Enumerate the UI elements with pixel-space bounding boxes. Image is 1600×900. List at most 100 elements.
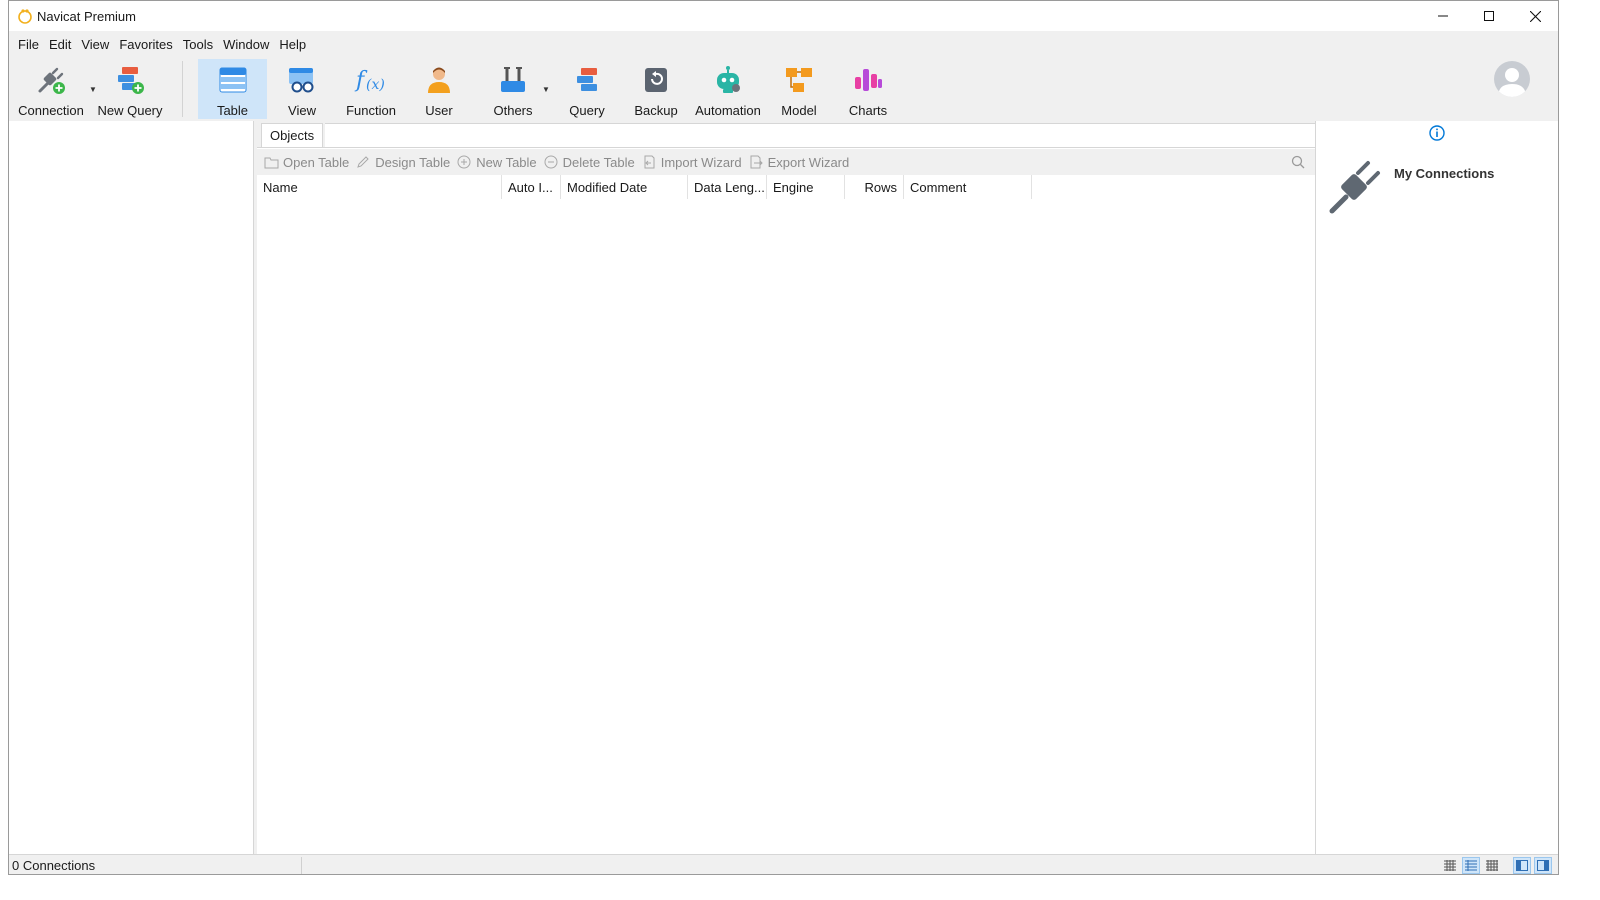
list-view-button[interactable] (1441, 857, 1459, 874)
design-table-button[interactable]: Design Table (355, 154, 450, 170)
svg-text:(x): (x) (366, 77, 385, 93)
connection-tree-panel[interactable] (9, 121, 254, 854)
automation-label: Automation (695, 103, 761, 118)
open-table-label: Open Table (283, 154, 350, 170)
model-label: Model (781, 103, 817, 118)
tab-objects[interactable]: Objects (261, 123, 324, 147)
status-bar: 0 Connections (9, 854, 1558, 874)
column-header-comment[interactable]: Comment (904, 175, 1032, 199)
menu-bar: File Edit View Favorites Tools Window He… (9, 31, 1558, 57)
delete-table-button[interactable]: Delete Table (543, 154, 635, 170)
import-wizard-button[interactable]: Import Wizard (641, 154, 742, 170)
objects-pane: Objects Open Table Design Table New Tabl… (257, 121, 1315, 854)
detail-view-button[interactable] (1462, 857, 1480, 874)
window-title: Navicat Premium (37, 9, 136, 24)
design-table-label: Design Table (375, 154, 451, 170)
connections-count: 0 Connections (12, 858, 96, 873)
new-query-button[interactable]: New Query (95, 59, 165, 119)
menu-edit[interactable]: Edit (44, 34, 76, 55)
toolbar-separator (182, 61, 183, 117)
status-separator (301, 857, 302, 874)
title-bar: Navicat Premium (9, 1, 1558, 31)
charts-button[interactable]: Charts (841, 59, 895, 119)
minus-circle-icon (544, 155, 558, 169)
function-icon: f (x) (354, 68, 385, 93)
new-query-icon (118, 67, 144, 94)
others-dropdown-icon[interactable]: ▼ (542, 85, 550, 94)
table-header: Name Auto I... Modified Date Data Leng..… (257, 175, 1315, 199)
toggle-left-panel-button[interactable] (1513, 857, 1531, 874)
menu-file[interactable]: File (13, 34, 44, 55)
charts-label: Charts (848, 103, 888, 118)
view-button[interactable]: View (272, 59, 332, 119)
close-button[interactable] (1512, 1, 1558, 31)
table-label: Table (216, 103, 249, 118)
open-table-button[interactable]: Open Table (263, 154, 349, 170)
minimize-icon (1438, 15, 1448, 17)
backup-label: Backup (634, 103, 678, 118)
table-button[interactable]: Table (198, 59, 267, 119)
delete-table-label: Delete Table (562, 154, 635, 170)
menu-favorites[interactable]: Favorites (114, 34, 177, 55)
right-panel-icon (1537, 860, 1549, 871)
info-icon[interactable] (1429, 125, 1445, 141)
column-header-rows[interactable]: Rows (845, 175, 904, 199)
backup-button[interactable]: Backup (626, 59, 686, 119)
search-icon[interactable] (1291, 155, 1305, 169)
query-button[interactable]: Query (561, 59, 613, 119)
plus-circle-icon (457, 155, 471, 169)
export-wizard-button[interactable]: Export Wizard (748, 154, 850, 170)
query-label: Query (569, 103, 605, 118)
pencil-icon (357, 156, 369, 168)
column-header-engine[interactable]: Engine (767, 175, 845, 199)
maximize-button[interactable] (1466, 1, 1512, 31)
grid-icon (1486, 860, 1498, 871)
view-icon (289, 68, 314, 93)
table-icon (219, 67, 246, 93)
automation-button[interactable]: Automation (693, 59, 763, 119)
function-label: Function (346, 103, 396, 118)
connection-label: Connection (18, 103, 84, 118)
minimize-button[interactable] (1420, 1, 1466, 31)
grid-list-icon (1444, 860, 1456, 871)
object-toolbar: Open Table Design Table New Table Delete… (257, 149, 1315, 175)
main-toolbar: Connection ▼ New Query Table View f (x) … (9, 57, 1558, 121)
table-body[interactable] (257, 199, 1315, 854)
export-wizard-label: Export Wizard (767, 154, 850, 170)
tab-strip-filler (325, 123, 1315, 147)
others-button[interactable]: Others ▼ (483, 59, 550, 119)
user-avatar-button[interactable] (1494, 61, 1530, 97)
folder-open-icon (264, 157, 278, 168)
model-icon (786, 68, 812, 92)
my-connections-title: My Connections (1394, 166, 1495, 181)
user-button[interactable]: User (413, 59, 465, 119)
connection-button[interactable]: Connection ▼ (15, 59, 97, 119)
my-connections-plug-icon (1329, 161, 1380, 214)
user-label: User (425, 103, 453, 118)
left-panel-icon (1516, 860, 1528, 871)
menu-window[interactable]: Window (218, 34, 274, 55)
menu-tools[interactable]: Tools (178, 34, 218, 55)
new-table-label: New Table (476, 154, 537, 170)
menu-help[interactable]: Help (274, 34, 311, 55)
menu-view[interactable]: View (76, 34, 114, 55)
column-header-data-length[interactable]: Data Leng... (688, 175, 767, 199)
user-icon (428, 67, 450, 93)
import-wizard-label: Import Wizard (660, 154, 742, 170)
toggle-right-panel-button[interactable] (1534, 857, 1552, 874)
function-button[interactable]: f (x) Function (339, 59, 403, 119)
backup-icon (645, 68, 667, 92)
import-icon (644, 155, 655, 169)
column-header-auto-increment[interactable]: Auto I... (502, 175, 561, 199)
er-diagram-view-button[interactable] (1483, 857, 1501, 874)
new-table-button[interactable]: New Table (456, 154, 537, 170)
new-query-label: New Query (97, 103, 163, 118)
model-button[interactable]: Model (773, 59, 825, 119)
maximize-icon (1484, 11, 1494, 21)
close-icon (1529, 10, 1541, 22)
column-header-name[interactable]: Name (257, 175, 502, 199)
detail-list-icon (1465, 860, 1477, 871)
column-header-modified-date[interactable]: Modified Date (561, 175, 688, 199)
query-icon (577, 68, 597, 91)
export-icon (750, 155, 763, 169)
